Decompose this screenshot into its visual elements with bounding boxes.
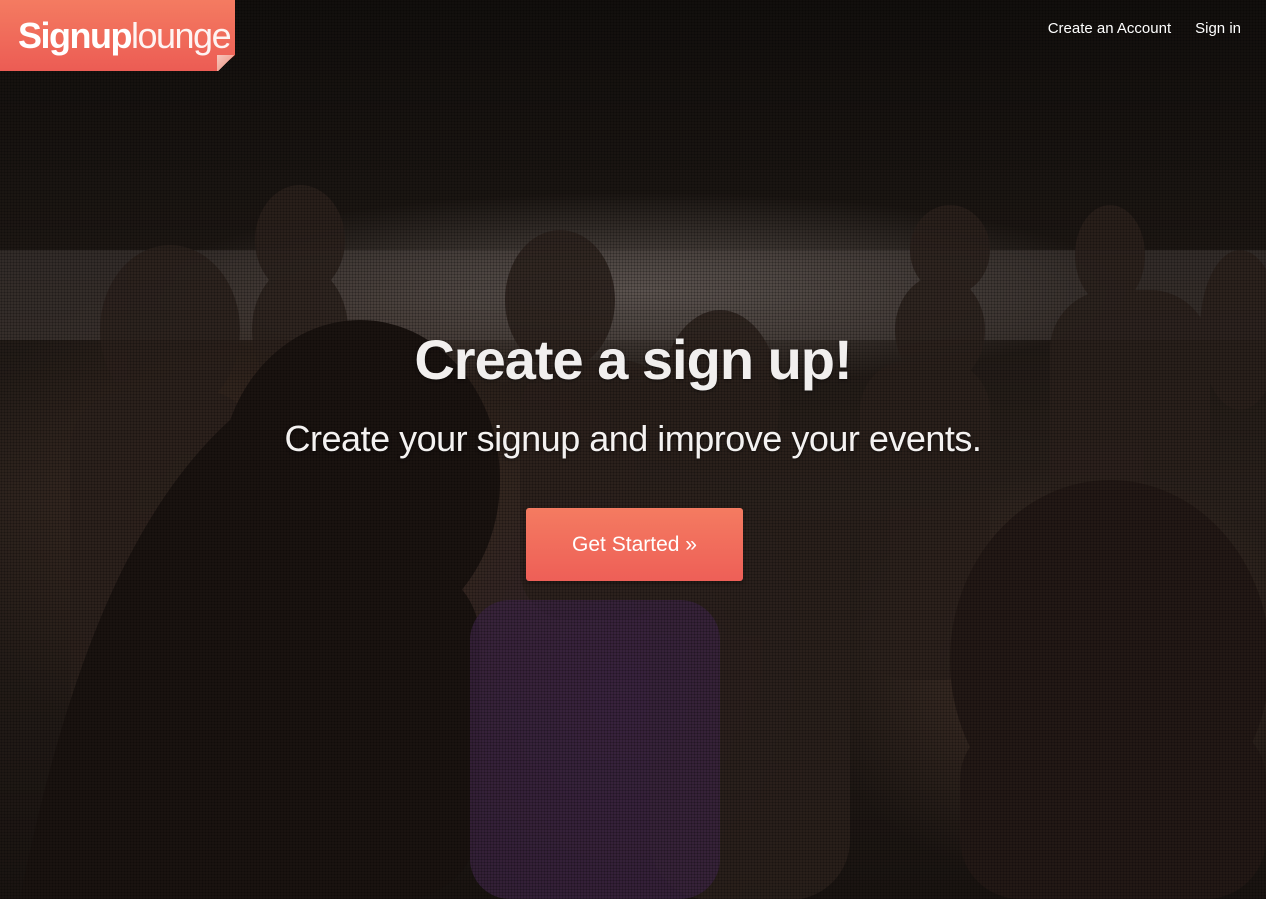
logo-bold-text: Signup bbox=[18, 14, 132, 56]
logo-light-text: lounge bbox=[130, 14, 232, 56]
get-started-button[interactable]: Get Started » bbox=[526, 508, 743, 581]
create-account-link[interactable]: Create an Account bbox=[1048, 20, 1171, 37]
hero-subheadline: Create your signup and improve your even… bbox=[284, 418, 982, 459]
logo-text: Signuplounge bbox=[18, 14, 232, 56]
sign-in-link[interactable]: Sign in bbox=[1195, 20, 1241, 37]
hero-headline: Create a sign up! bbox=[414, 328, 852, 391]
hero-section: Signuplounge Create an Account Sign in C… bbox=[0, 0, 1266, 899]
top-nav: Create an Account Sign in bbox=[1048, 20, 1241, 37]
brand-logo[interactable]: Signuplounge bbox=[0, 0, 235, 71]
logo-corner-fold bbox=[217, 55, 235, 71]
